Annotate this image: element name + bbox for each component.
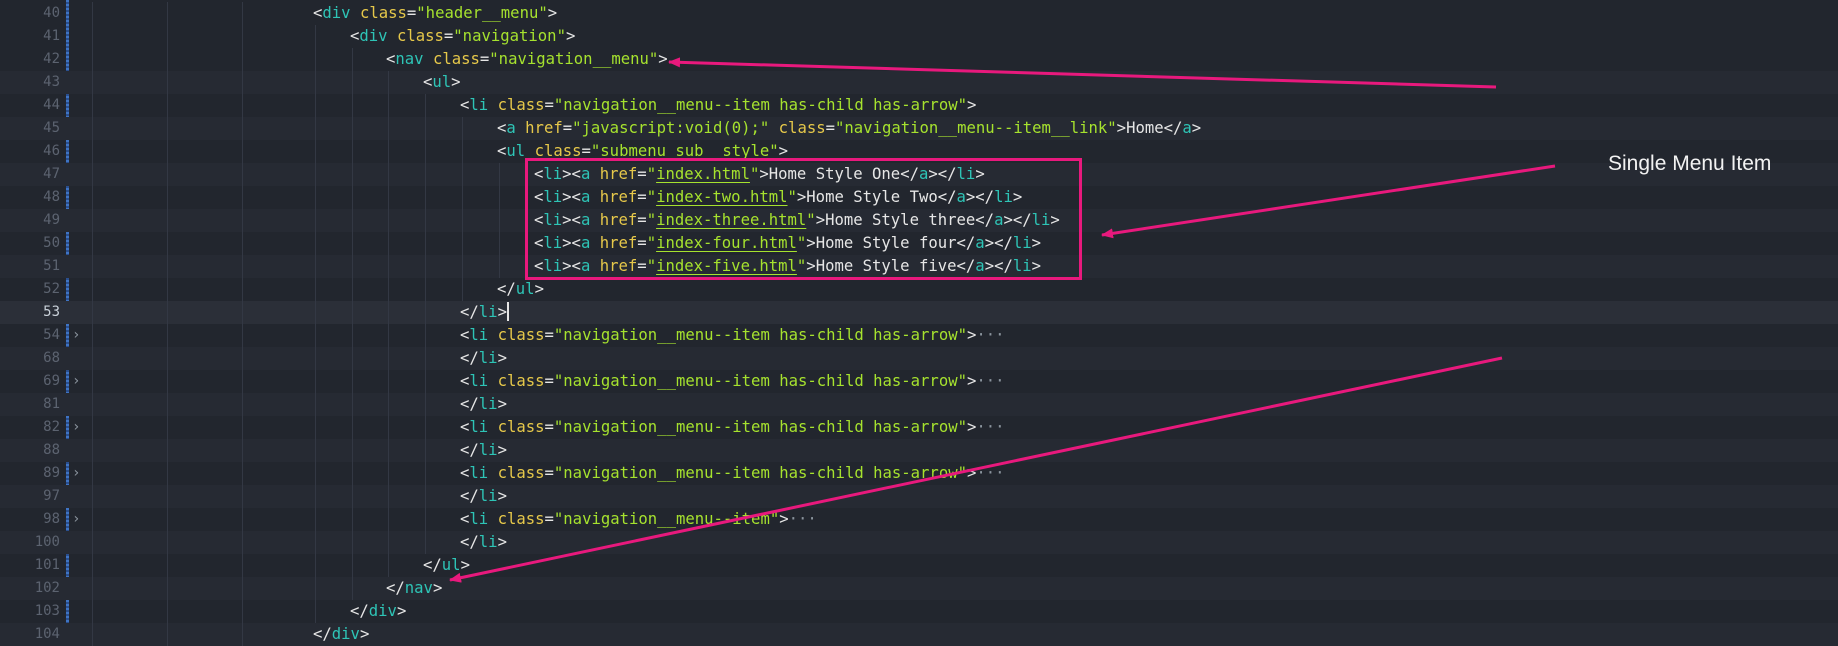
arrow-to-nav-open [668,57,1497,89]
annotation-arrows [449,57,1556,583]
arrow-to-menu-item [1101,164,1556,239]
arrow-to-nav-close [449,356,1503,583]
